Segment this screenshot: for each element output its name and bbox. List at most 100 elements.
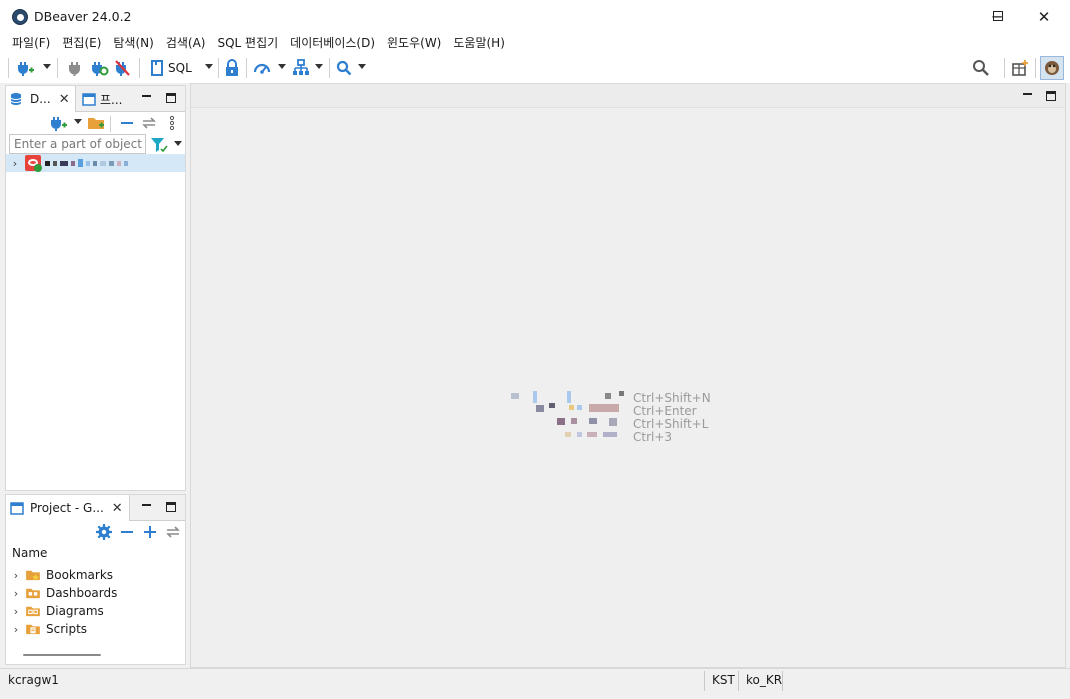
chevron-right-icon[interactable]: › — [10, 605, 22, 618]
tab-database-navigator-label: D... — [30, 92, 51, 106]
menu-search[interactable]: 검색(A) — [160, 33, 212, 53]
shortcut-hints: Ctrl+Shift+N Ctrl+Enter Ctrl+Shift+L Ctr… — [633, 392, 711, 444]
disconnect-icon — [69, 62, 80, 76]
dbeaver-perspective-button[interactable] — [1040, 56, 1064, 80]
project-item-bookmarks[interactable]: › Bookmarks — [10, 566, 113, 584]
maximize-view-button[interactable] — [166, 93, 176, 103]
menu-file[interactable]: 파일(F) — [6, 33, 56, 53]
project-item-dashboards[interactable]: › Dashboards — [10, 584, 118, 602]
maximize-view-button[interactable] — [166, 502, 176, 512]
maximize-button[interactable] — [975, 0, 1021, 33]
link-with-editor-button[interactable] — [165, 523, 181, 541]
project-item-diagrams[interactable]: › Diagrams — [10, 602, 104, 620]
project-item-label: Diagrams — [46, 604, 104, 618]
new-folder-button[interactable] — [87, 114, 105, 132]
status-timezone[interactable]: KST — [712, 669, 735, 693]
filter-button[interactable] — [150, 136, 168, 154]
menu-sql-editor[interactable]: SQL 편집기 — [211, 33, 284, 53]
toolbar-separator — [1035, 58, 1036, 78]
disconnect-all-button[interactable] — [115, 59, 131, 77]
connection-tree-item[interactable]: › — [6, 154, 185, 172]
more-vertical-icon — [169, 115, 175, 131]
view-menu-button[interactable] — [169, 114, 175, 132]
toolbar-separator — [246, 58, 247, 78]
schema-compare-button[interactable] — [292, 59, 310, 77]
disconnect-button[interactable] — [67, 59, 83, 77]
tab-projects[interactable]: 프... — [78, 86, 134, 112]
database-icon — [10, 93, 22, 105]
dashboard-button[interactable] — [253, 59, 271, 77]
sql-editor-icon — [151, 60, 163, 76]
project-panel: Project - G... ✕ Name › Bookmarks › Dash… — [5, 494, 186, 665]
shortcut-quick-access: Ctrl+3 — [633, 430, 673, 444]
collapse-all-button[interactable] — [120, 523, 134, 541]
dashboard-dropdown[interactable] — [278, 64, 286, 69]
editor-area: Ctrl+Shift+N Ctrl+Enter Ctrl+Shift+L Ctr… — [190, 83, 1066, 668]
menu-bar: 파일(F) 편집(E) 탐색(N) 검색(A) SQL 편집기 데이터베이스(D… — [0, 33, 1070, 53]
new-connection-dropdown[interactable] — [43, 64, 51, 69]
project-item-label: Bookmarks — [46, 568, 114, 582]
search-dropdown[interactable] — [358, 64, 366, 69]
global-search-icon — [973, 60, 989, 76]
open-perspective-button[interactable] — [1011, 59, 1029, 77]
project-settings-button[interactable] — [96, 523, 112, 541]
sql-editor-dropdown[interactable] — [205, 64, 213, 69]
link-editor-icon — [142, 117, 156, 129]
sql-editor-button[interactable]: SQL — [150, 59, 192, 77]
menu-window[interactable]: 윈도우(W) — [381, 33, 447, 53]
gear-icon — [96, 524, 112, 540]
tab-project-general[interactable]: Project - G... ✕ — [6, 495, 130, 521]
window-title: DBeaver 24.0.2 — [34, 9, 132, 24]
status-locale[interactable]: ko_KR — [746, 669, 782, 693]
navigator-filter-input[interactable]: Enter a part of object na — [9, 134, 146, 154]
tab-database-navigator[interactable]: D... ✕ — [6, 86, 76, 112]
toolbar-separator — [8, 58, 9, 78]
workbench: D... ✕ 프... Enter a part of object › Pro… — [0, 83, 1070, 668]
status-user: kcragw1 — [8, 673, 59, 687]
status-separator — [738, 671, 739, 691]
new-connection-button[interactable] — [17, 59, 35, 77]
navigator-new-connection-button[interactable] — [50, 114, 68, 132]
minimize-view-button[interactable] — [142, 92, 151, 97]
menu-help[interactable]: 도움말(H) — [447, 33, 511, 53]
tab-project-label: Project - G... — [30, 501, 104, 515]
filter-dropdown[interactable] — [174, 141, 182, 146]
toolbar-separator — [329, 58, 330, 78]
projects-icon — [82, 92, 96, 106]
maximize-editor-button[interactable] — [1046, 91, 1056, 101]
minimize-editor-button[interactable] — [1023, 90, 1032, 95]
search-toolbar-button[interactable] — [336, 59, 352, 77]
global-search-button[interactable] — [972, 59, 990, 77]
schema-dropdown[interactable] — [315, 64, 323, 69]
link-editor-icon — [166, 526, 180, 538]
chevron-right-icon[interactable]: › — [9, 157, 21, 170]
transaction-lock-button[interactable] — [224, 59, 240, 77]
menu-database[interactable]: 데이터베이스(D) — [284, 33, 381, 53]
collapse-all-button[interactable] — [120, 114, 134, 132]
chevron-right-icon[interactable]: › — [10, 623, 22, 636]
new-connection-icon — [51, 117, 67, 131]
navigator-new-dropdown[interactable] — [74, 119, 82, 124]
project-item-label: Scripts — [46, 622, 88, 636]
dashboards-folder-icon — [26, 588, 40, 599]
chevron-right-icon[interactable]: › — [10, 569, 22, 582]
menu-edit[interactable]: 편집(E) — [56, 33, 107, 53]
editor-tabstrip — [191, 84, 1065, 108]
close-tab-icon[interactable]: ✕ — [112, 501, 123, 516]
expand-all-button[interactable] — [143, 523, 157, 541]
minimize-view-button[interactable] — [142, 501, 151, 506]
chevron-right-icon[interactable]: › — [10, 587, 22, 600]
reconnect-icon — [92, 62, 109, 76]
search-icon — [336, 60, 352, 76]
project-item-scripts[interactable]: › Scripts — [10, 620, 87, 638]
close-tab-icon[interactable]: ✕ — [59, 92, 70, 107]
reconnect-button[interactable] — [91, 59, 109, 77]
close-button[interactable]: ✕ — [1021, 0, 1067, 33]
menu-navigate[interactable]: 탐색(N) — [107, 33, 159, 53]
shortcut-descriptions-redacted — [511, 391, 626, 443]
disconnect-all-icon — [115, 60, 130, 76]
status-separator — [782, 671, 783, 691]
project-tabstrip: Project - G... ✕ — [6, 495, 185, 521]
link-with-editor-button[interactable] — [141, 114, 157, 132]
horizontal-scrollbar[interactable] — [23, 654, 101, 656]
